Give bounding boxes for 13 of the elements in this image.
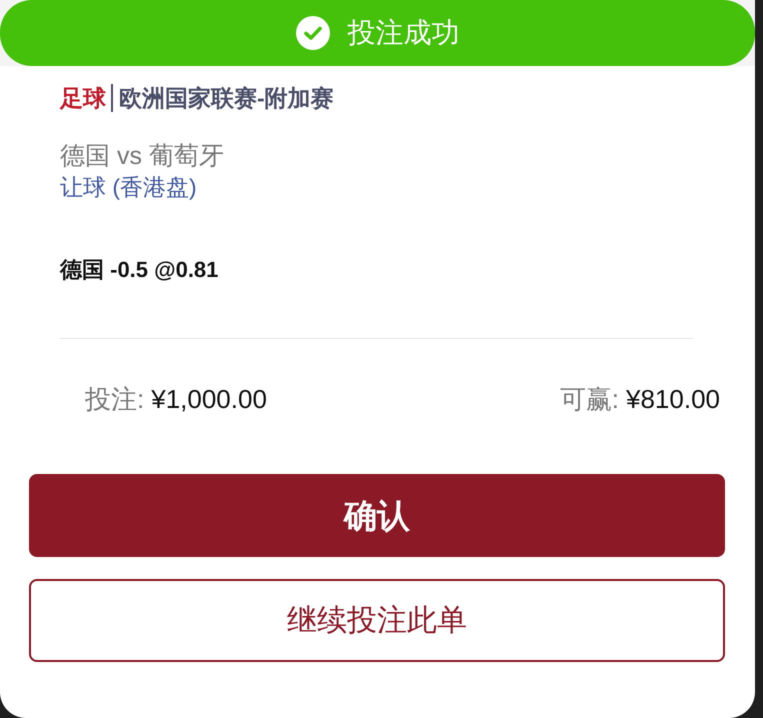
match-teams: 德国 vs 葡萄牙 [60,141,224,171]
win-amount: ¥810.00 [626,384,720,415]
toast-message: 投注成功 [348,16,460,50]
stake-label: 投注: [85,384,144,415]
win-label: 可赢: [560,384,620,415]
bet-selection: 德国 -0.5 @0.81 [60,257,218,283]
sport-label: 足球 [60,84,107,112]
stake-amount: ¥1,000.00 [151,384,267,415]
check-circle-icon [296,16,330,50]
market-type: 让球 (香港盘) [60,173,197,201]
continue-bet-button[interactable]: 继续投注此单 [29,579,725,662]
league-name: 欧洲国家联赛-附加赛 [111,84,334,112]
confirm-button[interactable]: 确认 [29,474,725,557]
